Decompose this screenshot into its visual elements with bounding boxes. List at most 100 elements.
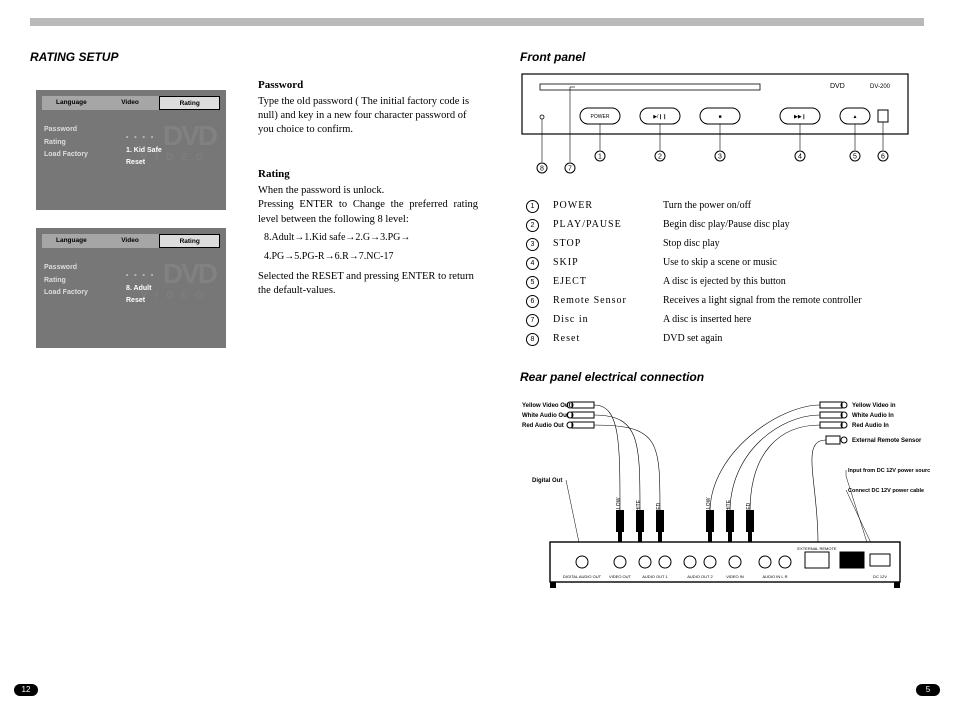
callout-num: 2 xyxy=(526,219,539,232)
rating-body-2: Pressing ENTER to Change the preferred r… xyxy=(258,198,478,226)
callout-desc: A disc is ejected by this button xyxy=(659,274,866,291)
callout-desc: Use to skip a scene or music xyxy=(659,255,866,272)
svg-text:■: ■ xyxy=(718,114,721,120)
svg-text:POWER: POWER xyxy=(591,114,610,120)
osd-reset-value: Reset xyxy=(126,157,162,170)
svg-text:7: 7 xyxy=(568,166,572,173)
rear-panel-diagram: Yellow Video Out White Audio Out Red Aud… xyxy=(520,392,920,595)
external-remote-icon xyxy=(826,436,847,444)
callout-label: SKIP xyxy=(549,255,657,272)
label-yellow-video-out: Yellow Video Out xyxy=(522,403,571,409)
label-yellow-video-in: Yellow Video in xyxy=(852,403,896,409)
jack-dc12v: DC 12V xyxy=(873,574,887,579)
level-3-pg: 3.PG xyxy=(380,232,400,243)
plug-red: RED xyxy=(746,502,752,513)
callout-label: Reset xyxy=(549,331,657,348)
callout-label: STOP xyxy=(549,236,657,253)
osd-tab-video: Video xyxy=(101,96,160,110)
table-row: 5 EJECTA disc is ejected by this button xyxy=(522,274,866,291)
osd-menu-rating: Rating xyxy=(44,275,88,288)
callout-num: 7 xyxy=(526,314,539,327)
callout-label: POWER xyxy=(549,198,657,215)
osd-menu-load-factory: Load Factory xyxy=(44,287,88,300)
osd-tab-video: Video xyxy=(101,234,160,248)
label-red-audio-in: Red Audio In xyxy=(852,423,889,429)
svg-text:1: 1 xyxy=(598,154,602,161)
jack-audio-out-1: AUDIO OUT 1 xyxy=(642,574,668,579)
svg-text:▶▶❙: ▶▶❙ xyxy=(794,114,806,120)
label-digital-out: Digital Out xyxy=(532,478,562,484)
table-row: 6Remote SensorReceives a light signal fr… xyxy=(522,293,866,310)
page-number-left: 12 xyxy=(14,684,38,696)
osd-menu-password: Password xyxy=(44,124,88,137)
table-row: 1 POWERTurn the power on/off xyxy=(522,198,866,215)
callout-num: 3 xyxy=(526,238,539,251)
jack-digital-out: DIGITAL AUDIO OUT xyxy=(563,574,602,579)
table-row: 8ResetDVD set again xyxy=(522,331,866,348)
osd-tab-rating: Rating xyxy=(159,96,220,110)
label-white-audio-in: White Audio In xyxy=(852,413,894,419)
table-row: 3 STOPStop disc play xyxy=(522,236,866,253)
svg-text:8: 8 xyxy=(540,166,544,173)
rating-sub-heading: Rating xyxy=(258,167,478,182)
osd-reset-value: Reset xyxy=(126,295,155,308)
level-8-adult: 8.Adult xyxy=(264,232,294,243)
level-1-kidsafe: 1.Kid safe xyxy=(304,232,345,243)
svg-text:2: 2 xyxy=(658,154,662,161)
osd-rating-value: 8. Adult xyxy=(126,283,155,296)
level-6-r: 6.R xyxy=(335,251,349,262)
left-page: RATING SETUP Language Video Rating DVD V… xyxy=(30,38,490,674)
svg-text:4: 4 xyxy=(798,154,802,161)
jack-video-in: VIDEO IN xyxy=(726,574,744,579)
svg-text:▶/❙❙: ▶/❙❙ xyxy=(653,114,667,120)
dvd-logo: DVD xyxy=(830,83,845,90)
osd-tab-language: Language xyxy=(42,96,101,110)
callout-desc: Turn the power on/off xyxy=(659,198,866,215)
rca-in-icons xyxy=(820,402,847,428)
callout-num: 4 xyxy=(526,257,539,270)
front-panel-legend: 1 POWERTurn the power on/off 2 PLAY/PAUSEB… xyxy=(520,196,868,350)
osd-screenshot-1: Language Video Rating DVD V I D E O Pass… xyxy=(36,90,226,210)
callout-num: 5 xyxy=(526,276,539,289)
rating-levels-line-1: 8.Adult 1.Kid safe 2.G 3.PG xyxy=(264,231,478,245)
table-row: 4 SKIPUse to skip a scene or music xyxy=(522,255,866,272)
page-spread: RATING SETUP Language Video Rating DVD V… xyxy=(30,38,924,674)
label-power-cable: Connect DC 12V power cable xyxy=(848,488,924,494)
rating-body-3: Selected the RESET and pressing ENTER to… xyxy=(258,270,478,298)
label-power-source: Input from DC 12V power source from AC/D… xyxy=(848,468,930,474)
callout-label: PLAY/PAUSE xyxy=(549,217,657,234)
plug-white: WHITE xyxy=(636,499,642,516)
jack-audio-out-2: AUDIO OUT 2 xyxy=(687,574,713,579)
osd-screenshot-2: Language Video Rating DVD V I D E O Pass… xyxy=(36,228,226,348)
osd-password-value: - - - - xyxy=(126,132,162,145)
osd-menu-password: Password xyxy=(44,262,88,275)
osd-rating-value: 1. Kid Safe xyxy=(126,145,162,158)
callout-num: 8 xyxy=(526,333,539,346)
callout-label: EJECT xyxy=(549,274,657,291)
front-panel-diagram: DVD DV-200 POWER ▶/❙❙ ■ ▶▶❙ ▲ xyxy=(520,72,910,182)
osd-watermark: DVD xyxy=(163,258,216,290)
callout-desc: Receives a light signal from the remote … xyxy=(659,293,866,310)
label-external-remote: External Remote Sensor xyxy=(852,438,922,444)
callout-desc: Stop disc play xyxy=(659,236,866,253)
callout-num: 1 xyxy=(526,200,539,213)
jack-video-out: VIDEO OUT xyxy=(609,574,632,579)
rating-levels-line-2: 4.PG5.PG-R6.R7.NC-17 xyxy=(264,250,478,264)
svg-text:6: 6 xyxy=(881,154,885,161)
label-red-audio-out: Red Audio Out xyxy=(522,423,564,429)
header-bar xyxy=(30,18,924,26)
plug-yellow: YELLOW xyxy=(616,497,622,518)
plug-yellow: YELLOW xyxy=(706,497,712,518)
osd-tab-language: Language xyxy=(42,234,101,248)
svg-text:▲: ▲ xyxy=(853,114,858,120)
password-heading: Password xyxy=(258,78,478,93)
rating-setup-text-column: Password Type the old password ( The ini… xyxy=(240,72,478,366)
model-label: DV-200 xyxy=(870,84,891,90)
right-page: Front panel DVD DV-200 POWER ▶/❙❙ ■ ▶▶❙ xyxy=(490,38,924,674)
rating-setup-heading: RATING SETUP xyxy=(30,50,490,64)
level-2-g: 2.G xyxy=(355,232,370,243)
level-5-pgr: 5.PG-R xyxy=(294,251,324,262)
callout-num: 6 xyxy=(526,295,539,308)
osd-screenshot-column: Language Video Rating DVD V I D E O Pass… xyxy=(30,72,240,366)
callout-desc: Begin disc play/Pause disc play xyxy=(659,217,866,234)
